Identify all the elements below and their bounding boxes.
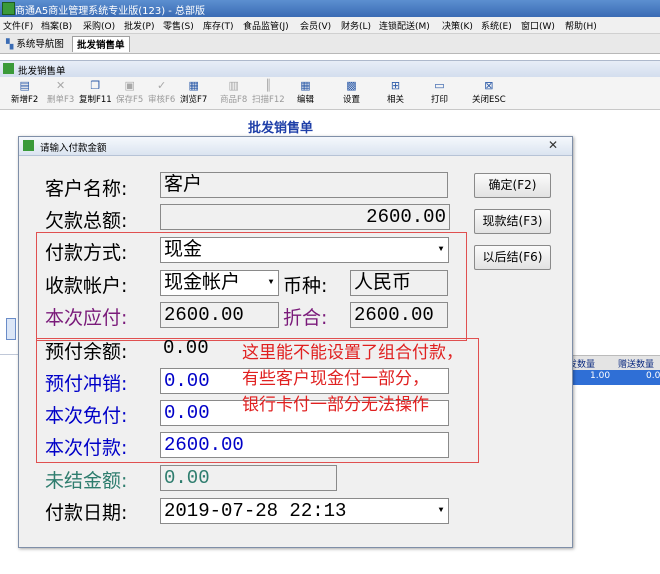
print-icon: ▭ [434, 79, 445, 92]
window-title-bar: 批发销售单 [0, 60, 660, 78]
new-button[interactable]: ▤ 新增F2 [11, 79, 38, 105]
annotation-line: 银行卡付一部分无法操作 [242, 395, 429, 415]
grid-header: 发数量 赠送数量 [566, 355, 660, 371]
copy-button[interactable]: ❐ 复制F11 [79, 79, 112, 105]
app-title: 商通A5商业管理系统专业版(123) - 总部版 [15, 6, 206, 17]
delete-button[interactable]: ✕ 删单F3 [47, 79, 74, 105]
grid-cell-gift-qty: 0.0 [646, 371, 660, 381]
annotation-line: 有些客户现金付一部分， [242, 369, 429, 389]
document-tabs: ▚ 系统导航图 批发销售单 [0, 34, 660, 54]
confirm-button[interactable]: 确定(F2) [474, 173, 551, 198]
browse-icon: ▦ [188, 79, 199, 92]
window-title: 批发销售单 [18, 66, 66, 77]
product-icon: ▥ [228, 79, 239, 92]
sitemap-icon: ▚ [6, 39, 14, 50]
menu-member[interactable]: 会员(V) [300, 19, 331, 32]
close-window-button[interactable]: ⊠ 关闭ESC [472, 79, 506, 105]
save-button[interactable]: ▣ 保存F5 [116, 79, 143, 105]
menu-finance[interactable]: 财务(L) [341, 19, 371, 32]
browse-button[interactable]: ▦ 浏览F7 [180, 79, 207, 105]
menu-archive[interactable]: 档案(B) [41, 19, 72, 32]
total-debt-label: 欠款总额: [45, 210, 128, 232]
scan-button[interactable]: ║ 扫描F12 [252, 79, 285, 105]
grid-edge [6, 318, 16, 340]
grid-header-gift-qty[interactable]: 赠送数量 [618, 357, 654, 370]
customer-name-field: 客户 [160, 172, 448, 198]
menu-help[interactable]: 帮助(H) [565, 19, 597, 32]
settings-icon: ▩ [346, 79, 357, 92]
product-button[interactable]: ▥ 商品F8 [220, 79, 247, 105]
annotation-line: 这里能不能设置了组合付款， [242, 343, 463, 363]
menu-food-supervision[interactable]: 食品监管(J) [243, 19, 289, 32]
related-icon: ⊞ [390, 79, 401, 92]
unsettled-label: 未结金额: [45, 470, 128, 492]
menu-chain-distribution[interactable]: 连锁配送(M) [379, 19, 430, 32]
customer-name-label: 客户名称: [45, 178, 128, 200]
new-doc-icon: ▤ [19, 79, 30, 92]
menu-purchase[interactable]: 采购(O) [83, 19, 115, 32]
pay-date-picker[interactable]: 2019-07-28 22:13 ▼ [160, 498, 449, 524]
annotation-text: 这里能不能设置了组合付款， 有些客户现金付一部分， 银行卡付一部分无法操作 [242, 340, 502, 418]
settings-button[interactable]: ▩ 设置 [343, 79, 360, 105]
menu-retail[interactable]: 零售(S) [163, 19, 194, 32]
dialog-close-button[interactable]: ✕ [540, 138, 566, 153]
close-icon: ⊠ [484, 79, 494, 92]
dialog-title-bar: 请输入付款金额 ✕ [19, 137, 572, 156]
dialog-icon [23, 140, 34, 151]
unsettled-field: 0.00 [160, 465, 337, 491]
settle-later-button[interactable]: 以后结(F6) [474, 245, 551, 270]
related-button[interactable]: ⊞ 相关 [387, 79, 404, 105]
save-icon: ▣ [124, 79, 135, 92]
menu-decision[interactable]: 决策(K) [442, 19, 473, 32]
delete-icon: ✕ [56, 79, 66, 92]
menu-bar: 文件(F) 档案(B) 采购(O) 批发(P) 零售(S) 库存(T) 食品监管… [0, 17, 660, 34]
toolbar: ▤ 新增F2 ✕ 删单F3 ❐ 复制F11 ▣ 保存F5 ✓ 审核F6 ▦ 浏览F7 ▥ 商品… [0, 77, 660, 110]
approve-icon: ✓ [157, 79, 167, 92]
print-button[interactable]: ▭ 打印 [431, 79, 448, 105]
form-title: 批发销售单 [248, 121, 314, 136]
tab-wholesale-sales[interactable]: 批发销售单 [72, 36, 130, 52]
edit-icon: ▦ [300, 79, 311, 92]
cash-settle-button[interactable]: 现款结(F3) [474, 209, 551, 234]
menu-system[interactable]: 系统(E) [481, 19, 512, 32]
window-icon [3, 63, 14, 74]
total-debt-field: 2600.00 [160, 204, 450, 230]
menu-window[interactable]: 窗口(W) [521, 19, 555, 32]
menu-inventory[interactable]: 库存(T) [203, 19, 234, 32]
chevron-down-icon[interactable]: ▼ [434, 499, 448, 523]
menu-file[interactable]: 文件(F) [3, 19, 33, 32]
table-row[interactable]: 1.00 0.0 [566, 370, 660, 385]
pay-date-label: 付款日期: [45, 502, 128, 524]
dialog-title: 请输入付款金额 [40, 143, 107, 154]
close-icon: ✕ [547, 138, 559, 152]
grid-cell-qty: 1.00 [590, 371, 611, 381]
approve-button[interactable]: ✓ 审核F6 [148, 79, 175, 105]
annotation-box-top [36, 232, 467, 341]
tab-system-navigation[interactable]: ▚ 系统导航图 [6, 36, 64, 51]
menu-wholesale[interactable]: 批发(P) [124, 19, 154, 32]
app-logo-icon [2, 2, 15, 15]
edit-button[interactable]: ▦ 编辑 [297, 79, 314, 105]
barcode-icon: ║ [265, 79, 272, 92]
copy-icon: ❐ [90, 79, 101, 92]
app-title-bar: 商通A5商业管理系统专业版(123) - 总部版 [0, 0, 660, 17]
